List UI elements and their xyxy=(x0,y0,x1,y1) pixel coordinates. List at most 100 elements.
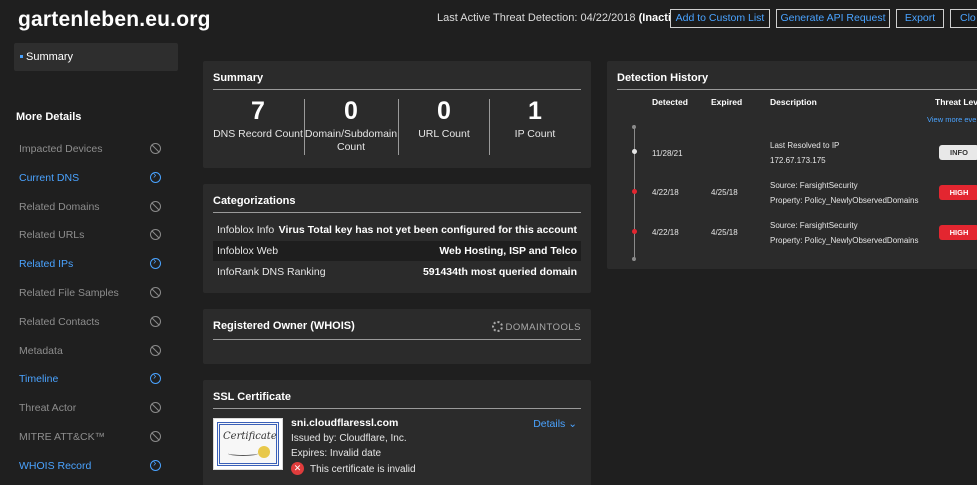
threat-level-badge: INFO xyxy=(939,145,977,160)
column-header-description[interactable]: Description xyxy=(770,97,817,107)
description-line-2: Property: Policy_NewlyObservedDomains xyxy=(770,236,919,245)
ban-icon xyxy=(150,431,161,442)
domaintools-logo: DOMAINTOOLS xyxy=(492,321,581,333)
last-threat-label: Last Active Threat Detection: 04/22/2018 xyxy=(437,12,636,24)
chevron-right-circle-icon xyxy=(150,256,161,270)
expired-date: 4/25/18 xyxy=(711,188,738,197)
categorization-value: 591434th most queried domain xyxy=(422,266,577,278)
categorization-value: Web Hosting, ISP and Telco xyxy=(439,245,577,257)
sidebar-item-label: Related File Samples xyxy=(19,287,119,299)
timeline-dot xyxy=(632,149,637,154)
panel-title: Categorizations xyxy=(213,195,296,207)
divider xyxy=(213,339,581,340)
description-line-2: Property: Policy_NewlyObservedDomains xyxy=(770,196,919,205)
sidebar-item-related-urls[interactable]: Related URLs xyxy=(19,227,161,245)
chevron-right-circle-icon xyxy=(150,170,161,183)
divider xyxy=(213,408,581,409)
summary-panel: Summary 7 DNS Record Count 0 Domain/Subd… xyxy=(203,61,591,168)
description-line-1: Last Resolved to IP xyxy=(770,141,840,150)
sidebar-item-label: Metadata xyxy=(19,344,63,357)
description-line-1: Source: FarsightSecurity xyxy=(770,221,858,230)
panel-title: Detection History xyxy=(617,72,709,84)
certificate-seal-icon xyxy=(258,446,270,458)
certificate-image-text: Certificate xyxy=(223,431,277,442)
sidebar-item-label: WHOIS Record xyxy=(19,459,92,472)
logo-text: DOMAINTOOLS xyxy=(505,322,581,333)
gear-icon xyxy=(492,321,504,332)
ssl-domain: sni.cloudflaressl.com xyxy=(291,417,399,429)
panel-title: Registered Owner (WHOIS) xyxy=(213,320,355,332)
ban-icon xyxy=(150,315,161,327)
categorization-key: Infoblox Web xyxy=(217,245,279,257)
sidebar-item-timeline[interactable]: Timeline xyxy=(19,371,161,389)
sidebar-item-label: Related Contacts xyxy=(19,315,100,328)
stat-value: 0 xyxy=(344,97,358,125)
detected-date: 11/28/21 xyxy=(652,149,683,158)
chevron-right-circle-icon xyxy=(150,371,161,385)
categorizations-panel: Categorizations Infoblox Info Virus Tota… xyxy=(203,184,591,293)
sidebar-item-label: MITRE ATT&CK™ xyxy=(19,431,106,443)
categorization-key: InfoRank DNS Ranking xyxy=(217,266,326,278)
export-button[interactable]: Export xyxy=(896,9,944,28)
column-header-detected[interactable]: Detected xyxy=(652,97,688,107)
stat-value: 1 xyxy=(528,97,542,125)
ban-icon xyxy=(150,287,161,298)
error-x-icon: ✕ xyxy=(291,462,304,475)
sidebar-item-label: Related Domains xyxy=(19,200,100,213)
ssl-details-toggle[interactable]: Details ⌄ xyxy=(533,418,577,430)
view-more-events-link[interactable]: View more eve xyxy=(927,115,976,124)
sidebar-item-mitre-att-ck[interactable]: MITRE ATT&CK™ xyxy=(19,429,161,447)
whois-panel: Registered Owner (WHOIS) DOMAINTOOLS xyxy=(203,309,591,364)
ssl-certificate-panel: SSL Certificate Certificate sni.cloudfla… xyxy=(203,380,591,485)
sidebar-item-related-file-samples[interactable]: Related File Samples xyxy=(19,285,161,303)
last-threat-detection: Last Active Threat Detection: 04/22/2018… xyxy=(437,12,687,24)
ban-icon xyxy=(150,143,161,154)
sidebar-item-label: Related URLs xyxy=(19,229,85,242)
divider xyxy=(213,212,581,213)
sidebar-item-label: Summary xyxy=(26,51,74,63)
close-button[interactable]: Clo xyxy=(950,9,977,28)
ssl-invalid-text: This certificate is invalid xyxy=(310,464,416,475)
generate-api-request-button[interactable]: Generate API Request xyxy=(776,9,890,28)
sidebar-item-related-contacts[interactable]: Related Contacts xyxy=(19,314,161,332)
sidebar-item-label: Timeline xyxy=(19,373,59,386)
detection-history-panel: Detection History Detected Expired Descr… xyxy=(607,61,977,269)
certificate-signature xyxy=(228,451,258,456)
expired-date: 4/25/18 xyxy=(711,228,738,237)
column-header-expired[interactable]: Expired xyxy=(711,97,742,107)
sidebar-item-whois-record[interactable]: WHOIS Record xyxy=(19,458,161,476)
timeline-dot xyxy=(632,189,637,194)
sidebar-item-related-domains[interactable]: Related Domains xyxy=(19,199,161,217)
selected-indicator xyxy=(20,55,23,58)
ban-icon xyxy=(150,344,161,356)
ssl-expires: Expires: Invalid date xyxy=(291,448,382,459)
divider xyxy=(213,89,581,90)
categorization-key: Infoblox Info xyxy=(217,224,275,236)
stat-dns-record-count: 7 DNS Record Count xyxy=(210,97,306,141)
sidebar-item-summary[interactable]: Summary xyxy=(14,43,178,71)
sidebar-item-label: Threat Actor xyxy=(19,402,77,415)
top-bar: gartenleben.eu.org Last Active Threat De… xyxy=(0,0,977,40)
add-to-custom-list-button[interactable]: Add to Custom List xyxy=(670,9,770,28)
threat-level-badge: HIGH xyxy=(939,225,977,240)
divider xyxy=(617,89,977,90)
sidebar-item-related-ips[interactable]: Related IPs xyxy=(19,256,161,274)
ban-icon xyxy=(150,402,161,414)
panel-title: SSL Certificate xyxy=(213,391,292,403)
sidebar-item-threat-actor[interactable]: Threat Actor xyxy=(19,400,161,418)
stat-label: IP Count xyxy=(514,128,556,140)
page-title: gartenleben.eu.org xyxy=(18,8,211,31)
detected-date: 4/22/18 xyxy=(652,228,679,237)
stat-value: 7 xyxy=(251,97,265,125)
column-header-threat-level[interactable]: Threat Lev xyxy=(935,97,977,107)
stat-label: Domain/Subdomain Count xyxy=(304,128,398,153)
timeline-start-dot xyxy=(632,125,636,129)
description-line-2: 172.67.173.175 xyxy=(770,156,826,165)
stat-label: URL Count xyxy=(418,128,470,140)
stat-value: 0 xyxy=(437,97,451,125)
sidebar-item-metadata[interactable]: Metadata xyxy=(19,343,161,361)
ssl-issued-by: Issued by: Cloudflare, Inc. xyxy=(291,433,407,444)
chevron-right-circle-icon xyxy=(150,458,161,471)
sidebar-item-impacted-devices[interactable]: Impacted Devices xyxy=(19,141,161,159)
sidebar-item-current-dns[interactable]: Current DNS xyxy=(19,170,161,188)
